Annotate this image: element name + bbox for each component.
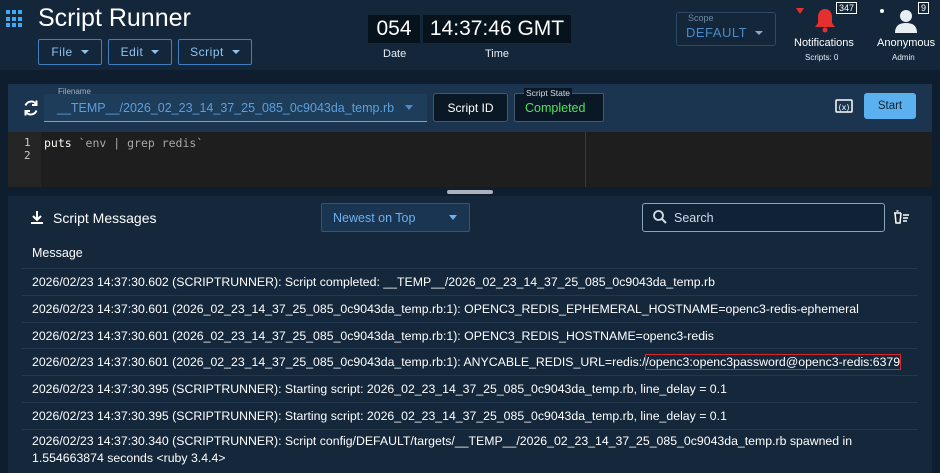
download-icon[interactable]: [30, 210, 44, 225]
user-name[interactable]: Anonymous: [877, 37, 935, 49]
message-row: 2026/02/23 14:37:30.601 (2026_02_23_14_3…: [22, 321, 918, 349]
notifications-label[interactable]: Notifications: [794, 37, 854, 49]
user-role: Admin: [892, 53, 915, 62]
search-placeholder: Search: [674, 211, 714, 225]
message-row: 2026/02/23 14:37:30.395 (SCRIPTRUNNER): …: [22, 401, 918, 429]
message-list: 2026/02/23 14:37:30.602 (SCRIPTRUNNER): …: [22, 268, 918, 469]
filename-value: __TEMP__/2026_02_23_14_37_25_085_0c9043d…: [57, 101, 395, 115]
date-display: 054: [368, 15, 420, 43]
script-id-button[interactable]: Script ID: [433, 93, 508, 122]
message-row: 2026/02/23 14:37:30.602 (SCRIPTRUNNER): …: [22, 268, 918, 295]
scope-label: Scope: [686, 13, 716, 23]
chevron-down-icon: [405, 105, 413, 110]
message-row-anycable: 2026/02/23 14:37:30.601 (2026_02_23_14_3…: [22, 348, 918, 375]
scope-value: DEFAULT: [686, 25, 748, 40]
bell-icon[interactable]: [813, 7, 837, 33]
file-menu-label: File: [51, 45, 73, 59]
chevron-down-icon: [755, 31, 763, 35]
script-state-value: Completed: [525, 101, 586, 115]
start-button[interactable]: Start: [864, 93, 916, 119]
time-display: 14:37:46 GMT: [423, 15, 571, 43]
code-keyword: puts: [44, 136, 72, 150]
chevron-down-icon: [80, 50, 89, 54]
user-count-badge: 9: [918, 2, 930, 14]
filename-label: Filename: [58, 87, 91, 96]
message-column-header: Message: [32, 246, 83, 260]
time-label: Time: [485, 48, 510, 60]
chevron-down-icon: [151, 50, 160, 54]
chevron-down-icon: [231, 50, 240, 54]
file-menu-button[interactable]: File: [38, 39, 102, 65]
edit-menu-label: Edit: [120, 45, 144, 59]
code-line-1[interactable]: puts `env | grep redis`: [44, 136, 203, 150]
message-row: 2026/02/23 14:37:30.340 (SCRIPTRUNNER): …: [22, 428, 918, 469]
apps-grid-icon[interactable]: [6, 10, 24, 28]
svg-text:(x): (x): [839, 103, 850, 112]
script-menu-button[interactable]: Script: [178, 39, 252, 65]
sort-order-value: Newest on Top: [333, 211, 416, 225]
variable-icon[interactable]: (x): [835, 97, 853, 115]
notification-count-badge: 347: [836, 2, 858, 14]
highlighted-redis-credentials: /openc3:openc3password@openc3-redis:6379: [644, 354, 902, 371]
script-menu-label: Script: [190, 45, 224, 59]
line-number: 1: [24, 136, 31, 149]
editor-print-margin: [585, 132, 586, 187]
notifications-scripts-count: Scripts: 0: [805, 53, 839, 62]
chevron-down-icon: [449, 215, 457, 220]
code-string: `env | grep redis`: [71, 136, 204, 150]
date-label: Date: [383, 48, 407, 60]
search-icon: [653, 210, 667, 224]
message-text: 2026/02/23 14:37:30.601 (2026_02_23_14_3…: [32, 355, 646, 370]
refresh-icon[interactable]: [22, 99, 40, 117]
message-row: 2026/02/23 14:37:30.395 (SCRIPTRUNNER): …: [22, 375, 918, 402]
user-avatar-icon[interactable]: [894, 8, 918, 34]
message-row: 2026/02/23 14:37:30.601 (2026_02_23_14_3…: [22, 294, 918, 322]
alert-indicator-icon: [796, 8, 804, 14]
edit-menu-button[interactable]: Edit: [108, 39, 172, 65]
messages-title: Script Messages: [53, 210, 157, 226]
resize-handle[interactable]: [447, 190, 493, 194]
clear-messages-icon[interactable]: [893, 210, 910, 224]
status-dot-icon: [880, 9, 884, 13]
script-state-label: Script State: [524, 88, 572, 98]
app-title: Script Runner: [38, 4, 191, 32]
line-number: 2: [24, 149, 31, 162]
